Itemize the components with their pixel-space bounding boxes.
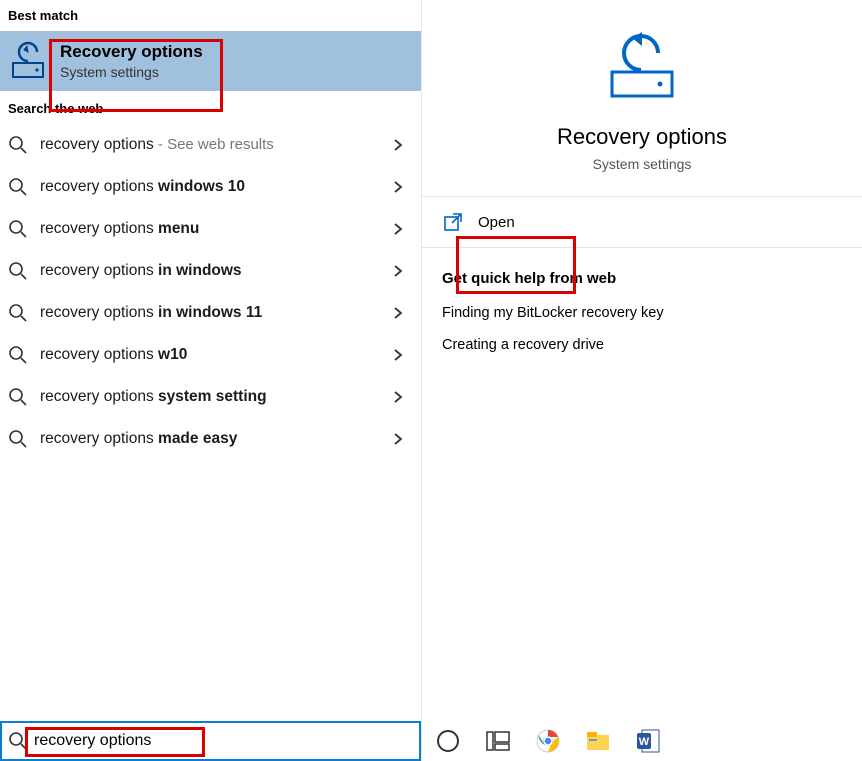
search-icon — [8, 387, 28, 407]
web-result-item[interactable]: recovery options made easy — [0, 418, 421, 460]
search-icon — [8, 261, 28, 281]
help-links-list: Finding my BitLocker recovery key Creatin… — [442, 305, 842, 353]
web-results-list: recovery options - See web results recov… — [0, 124, 421, 460]
search-icon — [8, 219, 28, 239]
chevron-right-icon — [391, 306, 405, 320]
web-result-text: recovery options - See web results — [40, 136, 379, 154]
task-view-icon[interactable] — [485, 728, 511, 754]
open-button[interactable]: Open — [422, 197, 862, 247]
web-result-text: recovery options made easy — [40, 430, 379, 448]
search-icon — [8, 135, 28, 155]
search-icon — [8, 731, 28, 751]
search-input-bar[interactable] — [0, 721, 421, 761]
chevron-right-icon — [391, 432, 405, 446]
web-result-item[interactable]: recovery options menu — [0, 208, 421, 250]
web-result-item[interactable]: recovery options system setting — [0, 376, 421, 418]
open-label: Open — [478, 214, 515, 231]
web-result-text: recovery options menu — [40, 220, 379, 238]
chevron-right-icon — [391, 348, 405, 362]
cortana-icon[interactable] — [435, 728, 461, 754]
web-result-text: recovery options in windows 11 — [40, 304, 379, 322]
detail-title: Recovery options — [557, 124, 727, 150]
best-match-result[interactable]: Recovery options System settings — [0, 31, 421, 91]
taskbar: W — [421, 721, 862, 761]
search-icon — [8, 429, 28, 449]
open-external-icon — [442, 211, 464, 233]
file-explorer-icon[interactable] — [585, 728, 611, 754]
chevron-right-icon — [391, 222, 405, 236]
web-result-item[interactable]: recovery options in windows 11 — [0, 292, 421, 334]
web-result-item[interactable]: recovery options - See web results — [0, 124, 421, 166]
word-icon[interactable]: W — [635, 728, 661, 754]
search-icon — [8, 303, 28, 323]
search-icon — [8, 177, 28, 197]
web-result-item[interactable]: recovery options in windows — [0, 250, 421, 292]
detail-subtitle: System settings — [593, 156, 692, 172]
recovery-icon — [602, 30, 682, 100]
chrome-icon[interactable] — [535, 728, 561, 754]
help-link[interactable]: Creating a recovery drive — [442, 337, 842, 353]
web-result-text: recovery options system setting — [40, 388, 379, 406]
chevron-right-icon — [391, 138, 405, 152]
web-result-text: recovery options w10 — [40, 346, 379, 364]
detail-panel: Recovery options System settings Open Ge… — [421, 0, 862, 761]
web-result-text: recovery options in windows — [40, 262, 379, 280]
help-section-title: Get quick help from web — [442, 270, 842, 287]
web-result-item[interactable]: recovery options windows 10 — [0, 166, 421, 208]
chevron-right-icon — [391, 390, 405, 404]
search-icon — [8, 345, 28, 365]
chevron-right-icon — [391, 264, 405, 278]
search-web-header: Search the web — [0, 91, 421, 124]
web-result-text: recovery options windows 10 — [40, 178, 379, 196]
best-match-subtitle: System settings — [60, 64, 203, 80]
chevron-right-icon — [391, 180, 405, 194]
best-match-header: Best match — [0, 0, 421, 31]
help-link[interactable]: Finding my BitLocker recovery key — [442, 305, 842, 321]
svg-text:W: W — [639, 736, 650, 748]
search-results-panel: Best match Recovery options System setti… — [0, 0, 421, 761]
web-result-item[interactable]: recovery options w10 — [0, 334, 421, 376]
best-match-title: Recovery options — [60, 42, 203, 62]
recovery-icon — [8, 41, 48, 81]
search-input[interactable] — [34, 723, 413, 759]
